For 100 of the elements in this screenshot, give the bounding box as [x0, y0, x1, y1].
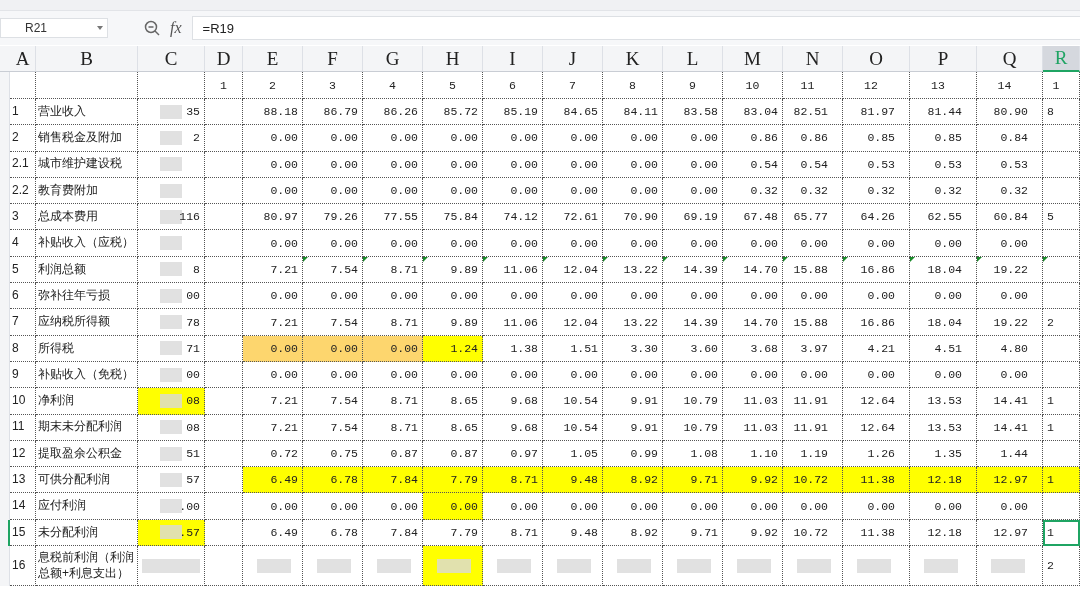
table-cell: 12.18	[910, 467, 977, 494]
table-cell	[205, 99, 243, 126]
row-number: 8	[10, 335, 36, 362]
column-header[interactable]: F	[303, 46, 363, 72]
table-cell: 85.72	[423, 99, 483, 126]
select-all-corner[interactable]	[0, 46, 10, 72]
table-cell: 12.04	[543, 309, 603, 336]
table-cell: 3.30	[603, 335, 663, 362]
table-cell: 11.03	[723, 414, 783, 441]
table-cell: 0.00	[977, 283, 1043, 310]
table-cell: 0.00	[603, 151, 663, 178]
table-cell: 82.51	[783, 99, 843, 126]
table-cell: 60.84	[977, 204, 1043, 231]
table-cell	[910, 546, 977, 587]
row-number: 14	[10, 493, 36, 520]
table-cell: 0.00	[603, 361, 663, 389]
table-cell: 6	[483, 72, 543, 99]
table-cell: 9.92	[723, 519, 783, 547]
column-header[interactable]: H	[423, 46, 483, 72]
table-cell: 0.00	[663, 177, 723, 205]
table-cell: 10.79	[663, 414, 723, 441]
column-header[interactable]: L	[663, 46, 723, 72]
column-header[interactable]: O	[843, 46, 910, 72]
table-cell: 11.06	[483, 256, 543, 284]
table-cell: 0.00	[423, 493, 483, 520]
table-cell: 11.91	[783, 414, 843, 441]
zoom-icon[interactable]	[144, 20, 160, 36]
column-header[interactable]: B	[36, 46, 138, 72]
blurred-cell: 78	[138, 309, 205, 336]
table-cell	[205, 546, 243, 587]
blurred-cell: 57	[138, 467, 205, 494]
function-button[interactable]: fx	[170, 19, 182, 37]
formula-field[interactable]: =R19	[191, 16, 1080, 40]
table-cell: 1	[205, 72, 243, 99]
table-cell	[205, 283, 243, 310]
table-cell: 8.71	[363, 388, 423, 415]
table-cell: 0.00	[243, 125, 303, 152]
table-cell: 8	[603, 72, 663, 99]
column-header[interactable]: I	[483, 46, 543, 72]
table-cell: 11.38	[843, 519, 910, 547]
table-cell: 0.00	[543, 493, 603, 520]
row-number: 15	[10, 519, 36, 547]
table-cell: 10.72	[783, 467, 843, 494]
column-header[interactable]: P	[910, 46, 977, 72]
column-header[interactable]: M	[723, 46, 783, 72]
table-cell: 0.00	[543, 361, 603, 389]
row-number: 12	[10, 440, 36, 468]
column-header[interactable]: C	[138, 46, 205, 72]
row-number: 2.1	[10, 151, 36, 178]
table-cell: 11.03	[723, 388, 783, 415]
table-cell: 0.00	[423, 361, 483, 389]
row-number: 5	[10, 256, 36, 284]
column-header[interactable]: D	[205, 46, 243, 72]
table-cell: 15.88	[783, 309, 843, 336]
table-cell: 1.24	[423, 335, 483, 362]
table-cell: 0.00	[243, 493, 303, 520]
table-cell	[603, 546, 663, 587]
table-cell: 8	[1043, 99, 1080, 126]
column-header[interactable]: Q	[977, 46, 1043, 72]
table-cell: 88.18	[243, 99, 303, 126]
table-cell	[205, 256, 243, 284]
table-cell: 15.88	[783, 256, 843, 284]
blurred-cell: 51	[138, 440, 205, 468]
column-header[interactable]: G	[363, 46, 423, 72]
table-cell: 12.64	[843, 414, 910, 441]
column-header[interactable]: A	[10, 46, 36, 72]
table-cell: 4.51	[910, 335, 977, 362]
table-cell: 4	[363, 72, 423, 99]
name-box[interactable]: R21	[0, 18, 108, 38]
table-cell: 4.80	[977, 335, 1043, 362]
column-header[interactable]: K	[603, 46, 663, 72]
table-cell: 8.92	[603, 519, 663, 547]
column-header[interactable]: E	[243, 46, 303, 72]
table-cell: 0.00	[843, 283, 910, 310]
row-number: 2.2	[10, 177, 36, 205]
table-cell: 7.21	[243, 414, 303, 441]
row-label: 弥补往年亏损	[36, 283, 138, 310]
column-header[interactable]: J	[543, 46, 603, 72]
table-cell: 0.00	[363, 361, 423, 389]
table-cell: 9.68	[483, 388, 543, 415]
table-cell: 0.00	[303, 177, 363, 205]
table-cell: 0.00	[543, 151, 603, 178]
table-cell: 14.39	[663, 256, 723, 284]
column-header[interactable]: N	[783, 46, 843, 72]
table-cell: 0.54	[783, 151, 843, 178]
table-cell: 0.00	[723, 283, 783, 310]
table-cell	[543, 546, 603, 587]
table-cell: 0.00	[363, 230, 423, 257]
table-cell: 64.26	[843, 204, 910, 231]
table-cell: 0.00	[483, 361, 543, 389]
table-cell: 7.54	[303, 256, 363, 284]
table-cell: 6.49	[243, 467, 303, 494]
table-cell: 0.00	[910, 230, 977, 257]
table-cell: 7.54	[303, 414, 363, 441]
table-cell: 9.91	[603, 414, 663, 441]
table-cell: 0.32	[783, 177, 843, 205]
table-cell: 9.92	[723, 467, 783, 494]
table-cell: 0.00	[783, 361, 843, 389]
blurred-cell: 08	[138, 388, 205, 415]
table-cell: 0.00	[483, 230, 543, 257]
